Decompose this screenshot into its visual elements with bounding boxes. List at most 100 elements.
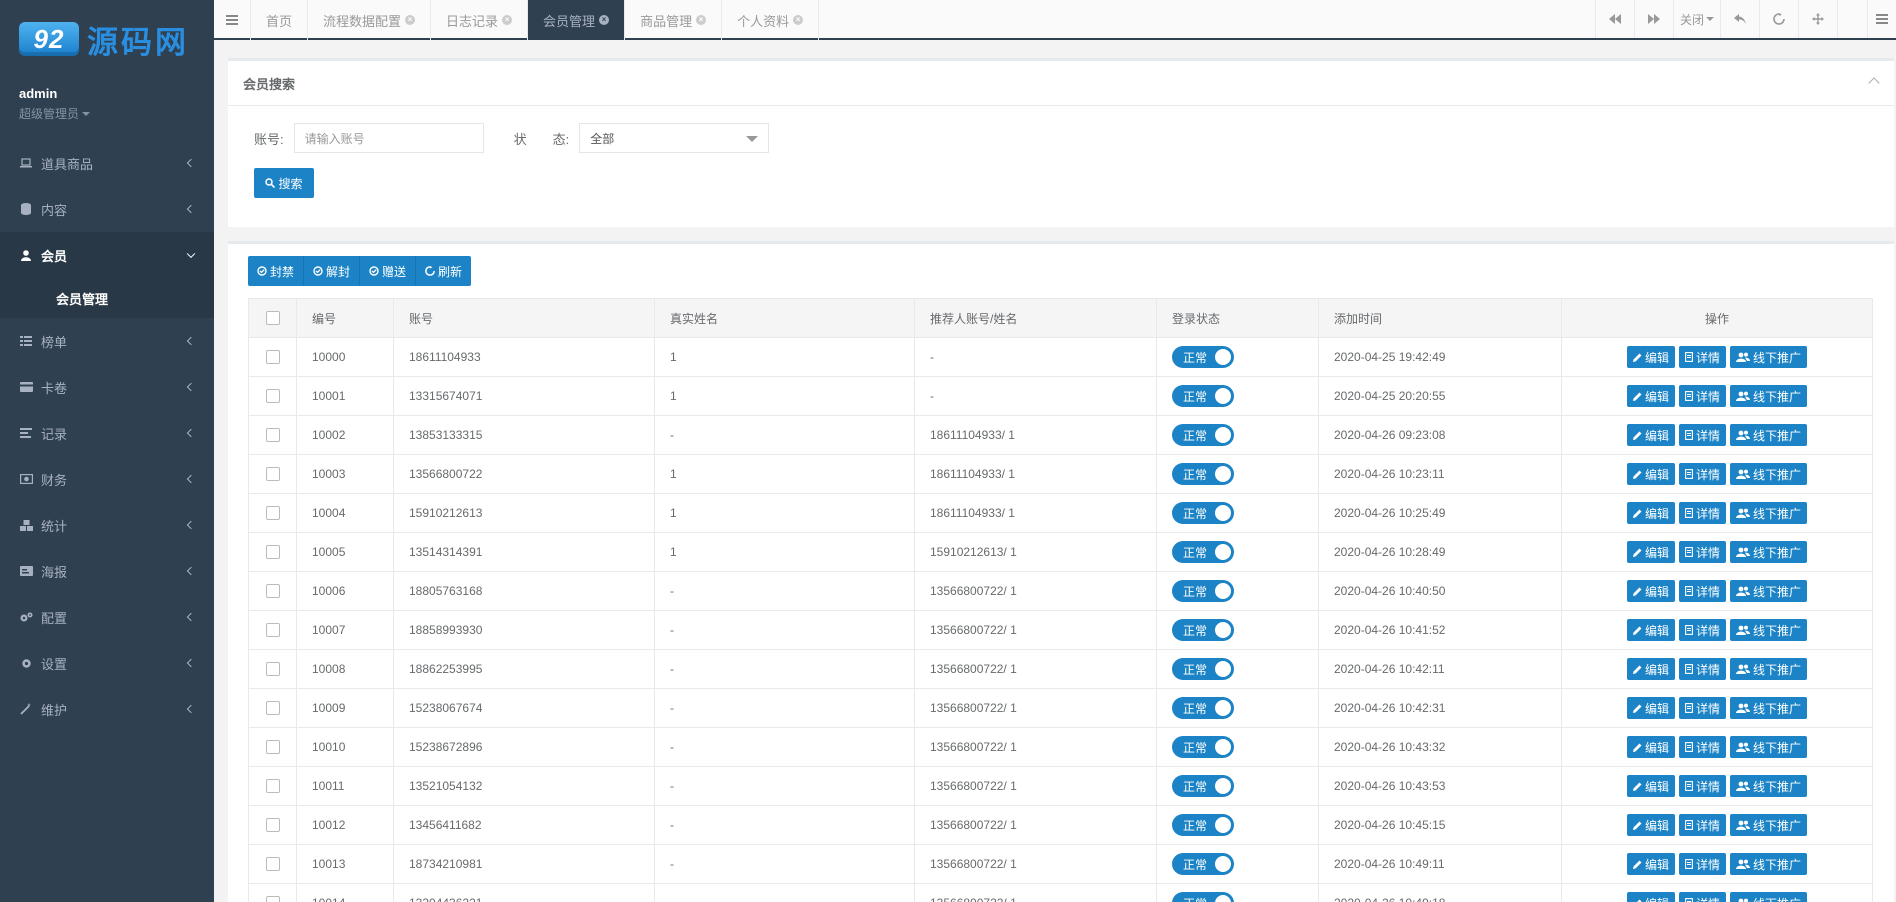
search-button[interactable]: 搜索: [254, 168, 314, 198]
sidebar-item-9[interactable]: 配置: [0, 594, 214, 640]
right-menu-button[interactable]: [1867, 0, 1896, 38]
login-status-toggle[interactable]: 正常: [1172, 697, 1234, 719]
table-row[interactable]: 10005 13514314391 1 15910212613/ 1 正常 2020-04…: [248, 532, 1873, 572]
offline-promotion-button[interactable]: 线下推广: [1730, 658, 1808, 680]
row-checkbox[interactable]: [265, 545, 280, 560]
detail-button[interactable]: 详情: [1678, 697, 1726, 719]
unban-button[interactable]: 解封: [304, 256, 361, 286]
sidebar-item-7[interactable]: 统计: [0, 502, 214, 548]
login-status-toggle[interactable]: 正常: [1172, 853, 1234, 875]
row-checkbox[interactable]: [265, 818, 280, 833]
sidebar-item-5[interactable]: 记录: [0, 410, 214, 456]
detail-button[interactable]: 详情: [1678, 385, 1726, 407]
column-header-real-name[interactable]: 真实姓名: [654, 298, 915, 338]
login-status-toggle[interactable]: 正常: [1172, 424, 1234, 446]
row-checkbox[interactable]: [265, 467, 280, 482]
detail-button[interactable]: 详情: [1678, 346, 1726, 368]
offline-promotion-button[interactable]: 线下推广: [1730, 502, 1808, 524]
edit-button[interactable]: 编辑: [1626, 619, 1675, 641]
edit-button[interactable]: 编辑: [1626, 424, 1675, 446]
table-row[interactable]: 10012 13456411682-13566800722/ 1 正常 2020-04…: [248, 805, 1873, 845]
fullscreen-button[interactable]: [1799, 0, 1838, 38]
offline-promotion-button[interactable]: 线下推广: [1730, 892, 1808, 902]
offline-promotion-button[interactable]: 线下推广: [1730, 346, 1808, 368]
login-status-toggle[interactable]: 正常: [1172, 502, 1234, 524]
login-status-toggle[interactable]: 正常: [1172, 346, 1234, 368]
offline-promotion-button[interactable]: 线下推广: [1730, 580, 1808, 602]
close-icon[interactable]: ×: [599, 15, 610, 25]
edit-button[interactable]: 编辑: [1626, 580, 1675, 602]
login-status-toggle[interactable]: 正常: [1172, 463, 1234, 485]
scroll-tabs-right-button[interactable]: [1635, 0, 1674, 38]
row-checkbox[interactable]: [265, 662, 280, 677]
table-row[interactable]: 10001 13315674071 1- 正常 2020-04-25 20:20:55 编…: [248, 376, 1873, 416]
edit-button[interactable]: 编辑: [1626, 853, 1675, 875]
sidebar-item-11[interactable]: 维护: [0, 686, 214, 732]
offline-promotion-button[interactable]: 线下推广: [1730, 619, 1808, 641]
sidebar-item-6[interactable]: 财务: [0, 456, 214, 502]
close-icon[interactable]: ×: [502, 15, 513, 25]
refresh-button[interactable]: 刷新: [416, 256, 472, 286]
login-status-toggle[interactable]: 正常: [1172, 580, 1234, 602]
row-checkbox[interactable]: [265, 350, 280, 365]
row-checkbox[interactable]: [265, 857, 280, 872]
detail-button[interactable]: 详情: [1678, 424, 1726, 446]
sidebar-toggle-button[interactable]: [214, 0, 251, 40]
edit-button[interactable]: 编辑: [1626, 775, 1675, 797]
sidebar-item-2[interactable]: 会员: [0, 232, 214, 278]
close-icon[interactable]: ×: [696, 15, 707, 25]
ban-button[interactable]: 封禁: [248, 256, 305, 286]
detail-button[interactable]: 详情: [1678, 775, 1726, 797]
detail-button[interactable]: 详情: [1678, 463, 1726, 485]
table-row[interactable]: 10004 15910212613 1 18611104933/ 1 正常 2020-04…: [248, 493, 1873, 533]
edit-button[interactable]: 编辑: [1626, 892, 1675, 902]
offline-promotion-button[interactable]: 线下推广: [1730, 736, 1808, 758]
sidebar-subitem-member-management[interactable]: 会员管理: [0, 278, 214, 318]
edit-button[interactable]: 编辑: [1626, 736, 1675, 758]
offline-promotion-button[interactable]: 线下推广: [1730, 385, 1808, 407]
edit-button[interactable]: 编辑: [1626, 463, 1675, 485]
login-status-toggle[interactable]: 正常: [1172, 385, 1234, 407]
table-row[interactable]: 10010 15238672896-13566800722/ 1 正常 2020-04…: [248, 727, 1873, 767]
offline-promotion-button[interactable]: 线下推广: [1730, 697, 1808, 719]
table-row[interactable]: 10000 18611104933 1- 正常 2020-04-25 19:42:49 编…: [248, 337, 1873, 377]
table-row[interactable]: 1001413304436221-13566800722/ 1 正常 2020-04…: [248, 883, 1873, 902]
offline-promotion-button[interactable]: 线下推广: [1730, 424, 1808, 446]
row-checkbox[interactable]: [265, 701, 280, 716]
column-header-account[interactable]: 账号: [393, 298, 655, 338]
detail-button[interactable]: 详情: [1678, 736, 1726, 758]
account-input[interactable]: 请输入账号: [293, 123, 484, 153]
offline-promotion-button[interactable]: 线下推广: [1730, 853, 1808, 875]
row-checkbox[interactable]: [265, 389, 280, 404]
column-header-id[interactable]: 编号: [296, 298, 394, 338]
edit-button[interactable]: 编辑: [1626, 346, 1675, 368]
row-checkbox[interactable]: [265, 506, 280, 521]
detail-button[interactable]: 详情: [1678, 541, 1726, 563]
refresh-page-button[interactable]: [1760, 0, 1799, 38]
select-all-checkbox[interactable]: [265, 311, 280, 326]
edit-button[interactable]: 编辑: [1626, 502, 1675, 524]
detail-button[interactable]: 详情: [1678, 892, 1726, 902]
table-row[interactable]: 10003 13566800722 1 18611104933/ 1 正常 2020-04…: [248, 454, 1873, 494]
tab-2[interactable]: 日志记录 ×: [431, 0, 529, 40]
sidebar-item-3[interactable]: 榜单: [0, 318, 214, 364]
row-checkbox[interactable]: [265, 623, 280, 638]
sidebar-item-10[interactable]: 设置: [0, 640, 214, 686]
detail-button[interactable]: 详情: [1678, 580, 1726, 602]
detail-button[interactable]: 详情: [1678, 502, 1726, 524]
login-status-toggle[interactable]: 正常: [1172, 658, 1234, 680]
detail-button[interactable]: 详情: [1678, 619, 1726, 641]
offline-promotion-button[interactable]: 线下推广: [1730, 775, 1808, 797]
offline-promotion-button[interactable]: 线下推广: [1730, 541, 1808, 563]
row-checkbox[interactable]: [265, 779, 280, 794]
scroll-tabs-left-button[interactable]: [1596, 0, 1635, 38]
profile-role-dropdown[interactable]: 超级管理员: [19, 105, 91, 122]
tab-1[interactable]: 流程数据配置 ×: [308, 0, 432, 40]
sidebar-item-8[interactable]: 海报: [0, 548, 214, 594]
back-button[interactable]: [1721, 0, 1760, 38]
chevron-up-icon[interactable]: [1868, 77, 1880, 89]
row-checkbox[interactable]: [265, 584, 280, 599]
edit-button[interactable]: 编辑: [1626, 697, 1675, 719]
tab-4[interactable]: 商品管理 ×: [625, 0, 723, 40]
tab-5[interactable]: 个人资料 ×: [722, 0, 820, 40]
